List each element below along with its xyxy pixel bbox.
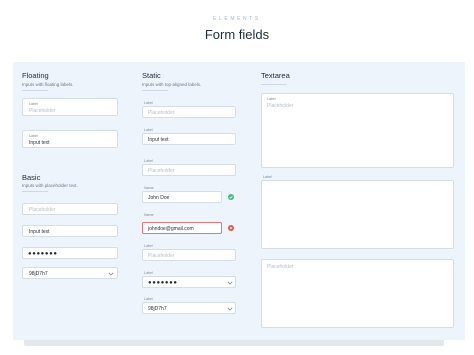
- field-label: Label: [144, 128, 153, 132]
- select-value: 98jD7h7: [29, 271, 48, 277]
- field-label: Label: [29, 102, 38, 106]
- static-input-error[interactable]: johndoe@gmail.com: [142, 222, 222, 234]
- form-panel: Floating Inputs with floating labels. La…: [13, 62, 465, 340]
- field-label: Label: [29, 134, 38, 138]
- basic-password-input[interactable]: ●●●●●●●: [22, 247, 118, 259]
- error-icon: [228, 225, 234, 231]
- password-dots: ●●●●●●●: [148, 280, 178, 286]
- password-dots: ●●●●●●●: [28, 251, 58, 257]
- field-placeholder: Placeholder: [29, 207, 56, 213]
- chevron-down-icon: [227, 307, 233, 311]
- section-title-static: Static: [142, 71, 161, 80]
- field-label: Label: [267, 97, 276, 101]
- section-divider: [22, 90, 48, 91]
- section-divider: [22, 191, 48, 192]
- eyebrow-label: ELEMENTS: [213, 16, 261, 22]
- floating-input-placeholder[interactable]: Label Placeholder: [22, 98, 118, 116]
- page-title: Form fields: [204, 27, 270, 42]
- field-value: John Doe: [148, 195, 170, 201]
- section-desc-floating: Inputs with floating labels.: [22, 82, 74, 87]
- static-input-placeholder[interactable]: Placeholder: [142, 249, 236, 261]
- chevron-down-icon: [108, 272, 114, 276]
- chevron-down-icon[interactable]: [227, 281, 233, 285]
- field-placeholder: Placeholder: [148, 110, 175, 116]
- basic-input-filled[interactable]: Input text: [22, 225, 118, 237]
- static-input-placeholder[interactable]: Placeholder: [142, 164, 236, 176]
- field-label: Label: [144, 159, 153, 163]
- field-value: johndoe@gmail.com: [148, 226, 194, 232]
- field-placeholder: Placeholder: [267, 103, 294, 109]
- basic-select[interactable]: 98jD7h7: [22, 267, 118, 279]
- field-label: Name: [144, 186, 154, 190]
- select-value: 98jD7h7: [148, 306, 167, 312]
- field-label: Label: [144, 297, 153, 301]
- textarea-floating[interactable]: Label Placeholder: [261, 93, 454, 168]
- floating-input-filled[interactable]: Label Input text: [22, 130, 118, 148]
- field-value: Input text: [29, 229, 50, 235]
- section-divider: [261, 84, 287, 85]
- static-select[interactable]: 98jD7h7: [142, 302, 236, 314]
- field-label: Label: [144, 101, 153, 105]
- textarea-placeholder[interactable]: Placeholder: [261, 259, 454, 328]
- field-label: Name: [144, 213, 154, 217]
- static-input-filled[interactable]: Input text: [142, 133, 236, 145]
- field-placeholder: Placeholder: [148, 253, 175, 259]
- textarea-static[interactable]: [261, 180, 454, 249]
- field-label: Label: [144, 244, 153, 248]
- field-placeholder: Placeholder: [29, 108, 56, 114]
- field-placeholder: Placeholder: [148, 168, 175, 174]
- basic-input-placeholder[interactable]: Placeholder: [22, 203, 118, 215]
- section-title-basic: Basic: [22, 173, 41, 182]
- section-divider: [142, 90, 168, 91]
- section-title-floating: Floating: [22, 71, 49, 80]
- section-desc-static: Inputs with top-aligned labels.: [142, 82, 202, 87]
- static-input-placeholder[interactable]: Placeholder: [142, 106, 236, 118]
- static-input-valid[interactable]: John Doe: [142, 191, 222, 203]
- section-desc-basic: Inputs with placeholder text.: [22, 183, 78, 188]
- field-value: Input text: [29, 140, 50, 146]
- static-password-input[interactable]: ●●●●●●●: [142, 276, 236, 288]
- field-placeholder: Placeholder: [267, 264, 294, 270]
- field-label: Label: [144, 271, 153, 275]
- check-icon: [228, 194, 234, 200]
- field-value: Input text: [148, 137, 169, 143]
- field-label: Label: [263, 175, 272, 179]
- section-title-textarea: Textarea: [261, 71, 290, 80]
